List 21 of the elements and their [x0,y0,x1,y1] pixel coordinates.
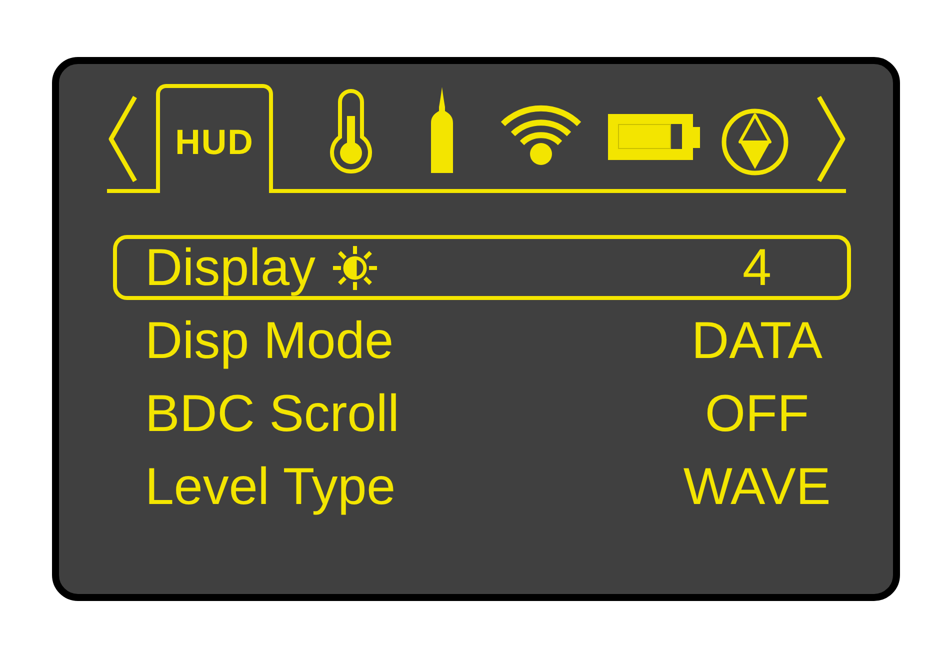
chevron-left-icon [108,95,138,183]
compass-icon [721,108,789,176]
menu-item[interactable]: BDC Scroll OFF [113,381,851,446]
chevron-right-icon [816,95,846,183]
menu-item[interactable]: Disp Mode DATA [113,308,851,373]
brightness-icon [330,244,378,292]
menu-label: Level Type [145,460,396,512]
menu-value: 4 [742,242,772,294]
menu-item[interactable]: Display 4 [113,235,851,300]
menu-value: OFF [705,388,809,440]
menu-label: Disp Mode [145,314,394,366]
menu-value: DATA [692,314,822,366]
thermometer-icon [329,89,373,175]
menu-label: BDC Scroll [145,388,400,440]
tab[interactable]: HUD [156,84,273,193]
battery-icon [608,114,700,160]
menu-value: WAVE [683,460,831,512]
menu-label: Display [145,242,316,294]
bullet-icon [430,87,454,173]
menu-item[interactable]: Level Type WAVE [113,454,851,519]
wifi-icon [500,105,582,165]
